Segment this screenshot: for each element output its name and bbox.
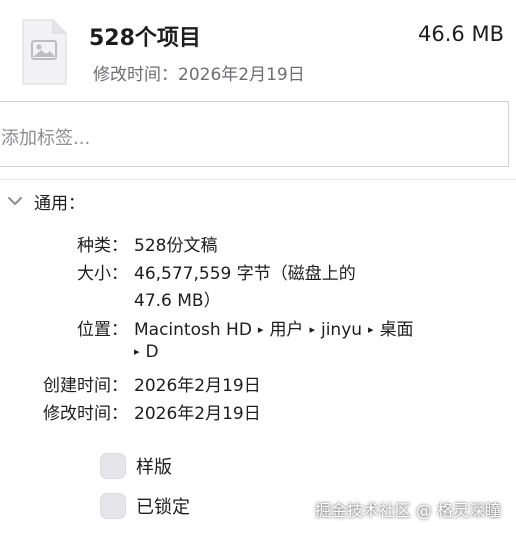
size-label: 大小：: [77, 264, 128, 284]
chevron-down-icon: [8, 197, 22, 205]
modified-row: 修改时间： 2026年2月19日: [0, 399, 516, 424]
size-value-line1: 46,577,559 字节（磁盘上的: [134, 264, 356, 284]
path-separator-icon: ▸: [309, 323, 315, 336]
kind-row: 种类： 528份文稿: [0, 231, 516, 256]
locked-option[interactable]: 已锁定: [100, 493, 190, 519]
created-label: 创建时间：: [43, 376, 128, 396]
modified-date-summary: 修改时间：2026年2月19日: [93, 65, 305, 85]
watermark-text: 掘金技术社区 @ 格灵深瞳: [314, 501, 501, 520]
size-row: 大小： 46,577,559 字节（磁盘上的 47.6 MB）: [0, 259, 516, 311]
general-section-toggle[interactable]: 通用：: [6, 189, 85, 214]
path-item-disk: Macintosh HD: [134, 320, 252, 340]
stationery-checkbox[interactable]: [100, 453, 126, 479]
info-header: 528个项目 46.6 MB 修改时间：2026年2月19日: [0, 0, 516, 96]
size-value-line2: 47.6 MB）: [134, 291, 221, 311]
section-divider: [0, 179, 516, 180]
modified-label: 修改时间：: [43, 404, 128, 424]
location-label: 位置：: [77, 320, 128, 340]
kind-label: 种类：: [77, 236, 128, 256]
add-tags-input[interactable]: [0, 101, 509, 167]
path-item-desktop: 桌面: [379, 320, 414, 340]
location-path: Macintosh HD ▸ 用户 ▸ jinyu ▸ 桌面: [134, 315, 414, 340]
path-item-users: 用户: [269, 320, 304, 340]
kind-value: 528份文稿: [134, 236, 218, 256]
path-separator-icon: ▸: [257, 323, 264, 336]
general-section-title: 通用：: [34, 193, 85, 214]
created-row: 创建时间： 2026年2月19日: [0, 371, 516, 396]
item-count-title: 528个项目: [89, 26, 201, 51]
path-separator-icon: ▸: [134, 345, 140, 358]
document-image-icon: [22, 19, 67, 85]
location-path-line2: ▸ D: [134, 342, 159, 362]
stationery-label: 样版: [136, 457, 172, 478]
path-item-folder: D: [145, 342, 159, 362]
created-value: 2026年2月19日: [134, 376, 261, 396]
location-row: 位置： Macintosh HD ▸ 用户 ▸ jinyu ▸ 桌面 ▸ D: [0, 315, 516, 365]
locked-checkbox[interactable]: [100, 493, 126, 519]
path-separator-icon: ▸: [368, 323, 374, 336]
locked-label: 已锁定: [136, 497, 190, 518]
path-item-user: jinyu: [320, 320, 363, 340]
total-size: 46.6 MB: [418, 22, 504, 46]
modified-value: 2026年2月19日: [134, 404, 261, 424]
stationery-option[interactable]: 样版: [100, 453, 172, 479]
